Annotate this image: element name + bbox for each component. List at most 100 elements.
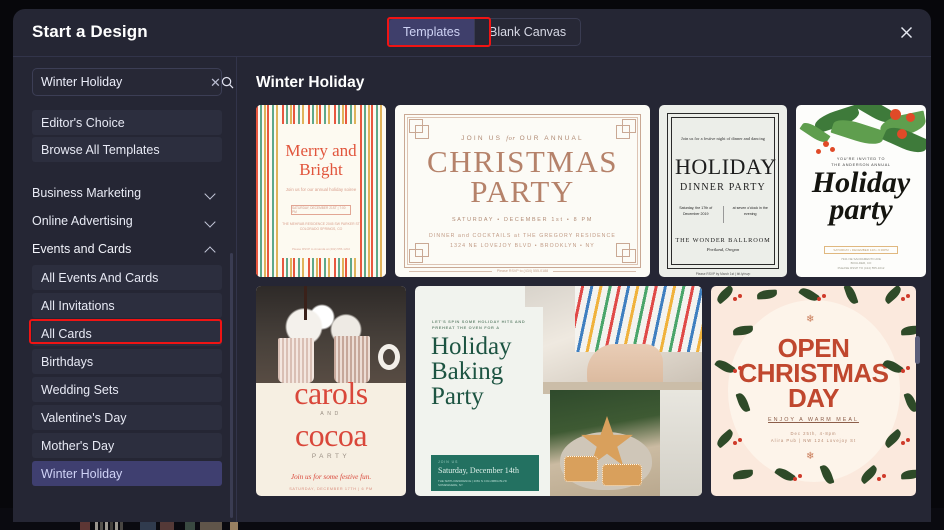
column-divider — [722, 206, 724, 223]
clear-search-icon[interactable]: ✕ — [210, 76, 221, 89]
template-card-holiday-party[interactable]: YOU'RE INVITED TO THE ANDERSON ANNUAL Ho… — [796, 105, 926, 277]
sidebar-item-editors-choice[interactable]: Editor's Choice — [32, 110, 222, 135]
badge-location: THE SMITH RESIDENCE | 2081 N COLUMBIA BL… — [438, 479, 507, 488]
gallery-heading: Winter Holiday — [256, 74, 365, 91]
modal-header: Start a Design Templates Blank Canvas — [13, 9, 931, 57]
card-photo — [256, 286, 406, 383]
berry-icon — [733, 441, 737, 445]
stripe-pattern — [256, 258, 386, 277]
holly-leaf-icon — [843, 286, 859, 306]
snowflake-icon: ❄ — [806, 451, 815, 462]
card-title: Holiday Baking Party — [431, 334, 546, 409]
template-card-christmas-party[interactable]: JOIN US for OUR ANNUAL CHRISTMAS PARTY S… — [395, 105, 650, 277]
holly-leaf-icon — [882, 286, 904, 305]
sidebar-category-online-advertising[interactable]: Online Advertising — [13, 207, 236, 235]
card-eyebrow: Join us for a festive night of dinner an… — [680, 136, 765, 141]
close-icon[interactable] — [893, 19, 919, 45]
badge-label: JOIN US — [438, 460, 459, 464]
gallery-scrollbar-thumb[interactable] — [915, 336, 920, 364]
card-title: Holiday party — [796, 168, 926, 225]
sidebar: ✕ Editor's Choice Browse All Templates — [13, 57, 237, 522]
sidebar-category-business-marketing[interactable]: Business Marketing — [13, 179, 236, 207]
card-title: HOLIDAY — [675, 154, 777, 179]
sidebar-category-events-and-cards[interactable]: Events and Cards — [13, 235, 236, 263]
template-card-holiday-dinner-party[interactable]: Join us for a festive night of dinner an… — [659, 105, 787, 277]
stripe-pattern — [360, 105, 386, 277]
card-rsvp-row: Please RSVP to (434) 555-0188 — [409, 269, 636, 273]
card-content: JOIN US for OUR ANNUAL CHRISTMAS PARTY S… — [415, 125, 630, 257]
card-date: SATURDAY • DECEMBER 1st • 8 PM — [451, 217, 594, 223]
card-tagline: Join us for some festive fun. — [290, 473, 372, 481]
sidebar-item-all-cards[interactable]: All Cards — [32, 321, 222, 346]
berry-icon — [906, 438, 910, 442]
sidebar-item-browse-all-templates[interactable]: Browse All Templates — [32, 137, 222, 162]
sidebar-item-winter-holiday[interactable]: Winter Holiday — [32, 461, 222, 486]
subcategory-list: All Events And Cards All Invitations All… — [32, 265, 222, 486]
berry-icon — [733, 369, 737, 373]
mug-handle-icon — [378, 344, 400, 370]
berry-icon — [738, 294, 742, 298]
card-rsvp: Please RSVP to (434) 555-0188 — [496, 269, 549, 273]
berry-icon — [830, 147, 835, 152]
berry-icon — [897, 129, 907, 139]
category-label: Events and Cards — [32, 242, 132, 256]
sidebar-scrollbar[interactable] — [230, 253, 233, 518]
card-content: carols AND cocoa PARTY Join us for some … — [256, 375, 406, 496]
berry-icon — [906, 113, 915, 122]
chevron-up-icon — [205, 244, 216, 255]
holly-leaf-icon — [732, 469, 754, 480]
card-subtitle: PARTY — [311, 453, 351, 460]
berry-icon — [877, 477, 881, 481]
snowflake-icon: ❄ — [806, 314, 815, 325]
berry-icon — [816, 149, 821, 154]
template-gallery: Winter Holiday Merry and Bright Join us … — [237, 57, 931, 522]
cookie-icon — [602, 464, 642, 486]
berry-icon — [906, 366, 910, 370]
sidebar-item-wedding-sets[interactable]: Wedding Sets — [32, 377, 222, 402]
template-card-open-christmas-day[interactable]: OPEN CHRISTMAS DAY ENJOY A WARM MEAL Dec… — [711, 286, 916, 496]
template-card-holiday-baking-party[interactable]: LET'S SPIN SOME HOLIDAY HITS AND PREHEAT… — [415, 286, 702, 496]
template-card-carols-and-cocoa[interactable]: carols AND cocoa PARTY Join us for some … — [256, 286, 406, 496]
card-rsvp: Please RSVP to Amanda at (402) 555-1202 — [292, 247, 350, 251]
striped-apron — [575, 286, 702, 352]
chevron-down-icon — [205, 188, 216, 199]
sidebar-item-mothers-day[interactable]: Mother's Day — [32, 433, 222, 458]
card-title-line2: Baking — [431, 358, 504, 385]
stripe-pattern — [256, 105, 386, 124]
search-input[interactable] — [33, 75, 210, 89]
sidebar-item-all-events-and-cards[interactable]: All Events And Cards — [32, 265, 222, 290]
page-title: Start a Design — [32, 22, 148, 41]
berry-icon — [901, 369, 905, 373]
card-date: Saturday, the 17th of December 2019 — [679, 206, 713, 216]
card-city: Portland, Oregon — [706, 247, 740, 252]
template-card-merry-and-bright[interactable]: Merry and Bright Join us for our annual … — [256, 105, 386, 277]
card-address: 7341 NE SACRAMENTO AVE BOULDER, CO PLEAS… — [837, 257, 885, 270]
eyebrow-post: OUR ANNUAL — [519, 135, 584, 142]
card-text-panel: LET'S SPIN SOME HOLIDAY HITS AND PREHEAT… — [420, 307, 543, 496]
tab-blank-canvas[interactable]: Blank Canvas — [473, 19, 580, 45]
card-title-line1: carols — [294, 375, 368, 411]
card-subtitle: DINNER PARTY — [680, 182, 766, 193]
berry-icon — [817, 297, 821, 301]
chevron-down-icon — [205, 216, 216, 227]
sidebar-item-all-invitations[interactable]: All Invitations — [32, 293, 222, 318]
category-label: Online Advertising — [32, 214, 133, 228]
berry-icon — [793, 477, 797, 481]
chocolate-drizzle — [304, 286, 307, 320]
card-content: Join us for a festive night of dinner an… — [675, 125, 777, 276]
search-icon[interactable] — [221, 69, 234, 95]
tab-group: Templates Blank Canvas — [388, 18, 582, 46]
holly-leaf-icon — [714, 286, 736, 305]
tab-templates[interactable]: Templates — [389, 19, 474, 45]
berry-icon — [733, 297, 737, 301]
stripe-pattern — [256, 105, 282, 277]
sidebar-item-birthdays[interactable]: Birthdays — [32, 349, 222, 374]
card-eyebrow: LET'S SPIN SOME HOLIDAY HITS AND PREHEAT… — [432, 319, 526, 330]
card-address-1: DINNER and COCKTAILS at THE GREGORY RESI… — [429, 233, 616, 239]
sidebar-item-valentines-day[interactable]: Valentine's Day — [32, 405, 222, 430]
eyebrow-pre: JOIN US — [461, 135, 503, 142]
card-title: Merry and Bright — [285, 141, 357, 179]
template-row-2: carols AND cocoa PARTY Join us for some … — [256, 286, 931, 496]
card-time: at seven o'clock in the evening — [732, 206, 768, 216]
card-subtitle: ENJOY A WARM MEAL — [768, 417, 859, 423]
